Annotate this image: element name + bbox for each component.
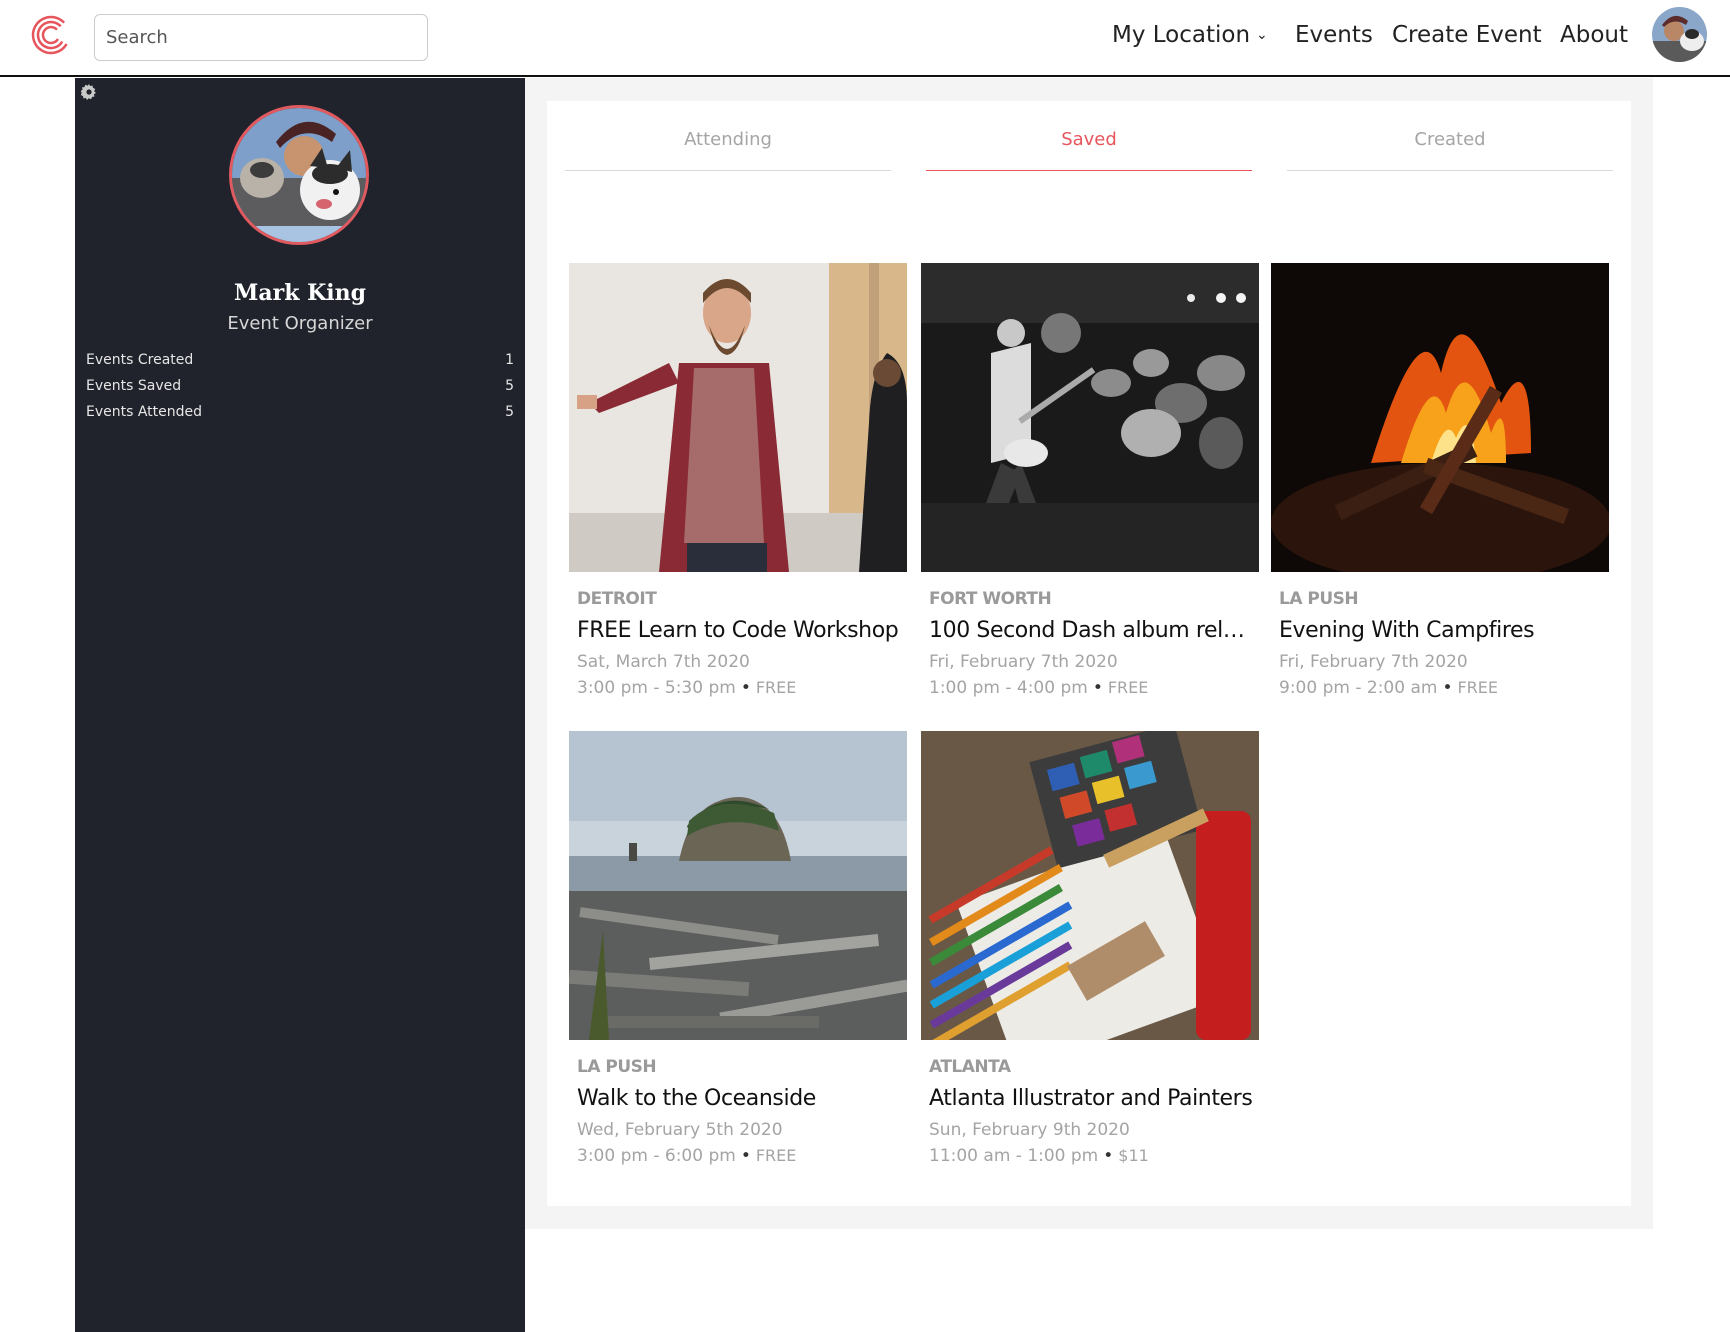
campfire-photo[interactable] <box>1271 263 1609 572</box>
tab-attending[interactable]: Attending <box>565 129 891 171</box>
event-time-price: 3:00 pm - 5:30 pm • FREE <box>577 678 796 698</box>
stat-count: 1 <box>505 352 514 368</box>
event-date: Sun, February 9th 2020 <box>929 1120 1130 1140</box>
separator-dot: • <box>740 1146 751 1166</box>
event-title[interactable]: Evening With Campfires <box>1279 618 1605 643</box>
event-card[interactable]: LA PUSH Evening With Campfires Fri, Febr… <box>1271 263 1609 698</box>
stat-row-events-created: Events Created 1 <box>86 352 514 372</box>
event-title[interactable]: Atlanta Illustrator and Painters <box>929 1086 1255 1111</box>
separator-dot: • <box>1442 678 1453 698</box>
art-supplies-photo[interactable] <box>921 731 1259 1040</box>
event-card[interactable]: ATLANTA Atlanta Illustrator and Painters… <box>921 731 1259 1166</box>
stat-row-events-attended: Events Attended 5 <box>86 404 514 424</box>
event-time: 11:00 am - 1:00 pm <box>929 1146 1099 1166</box>
concert-photo[interactable] <box>921 263 1259 572</box>
stat-label: Events Created <box>86 352 194 368</box>
beach-photo[interactable] <box>569 731 907 1040</box>
event-city: ATLANTA <box>929 1057 1011 1077</box>
chevron-down-icon: ⌄ <box>1256 27 1268 43</box>
stat-label: Events Attended <box>86 404 203 420</box>
stat-label: Events Saved <box>86 378 182 394</box>
event-city: LA PUSH <box>1279 589 1359 609</box>
event-title[interactable]: 100 Second Dash album release <box>929 618 1255 643</box>
event-city: FORT WORTH <box>929 589 1052 609</box>
separator-dot: • <box>1092 678 1103 698</box>
event-city: DETROIT <box>577 589 657 609</box>
event-price: FREE <box>755 1146 797 1165</box>
event-time-price: 1:00 pm - 4:00 pm • FREE <box>929 678 1148 698</box>
top-navbar: My Location ⌄ Events Create Event About <box>0 0 1730 77</box>
separator-dot: • <box>740 678 751 698</box>
nav-about-link[interactable]: About <box>1560 22 1628 48</box>
event-price: FREE <box>1457 678 1499 697</box>
brand-logo-icon[interactable] <box>30 14 72 56</box>
gear-icon[interactable] <box>81 84 97 100</box>
user-avatar[interactable] <box>1652 7 1707 62</box>
event-price: FREE <box>755 678 797 697</box>
profile-avatar <box>229 105 369 245</box>
event-city: LA PUSH <box>577 1057 657 1077</box>
event-time: 1:00 pm - 4:00 pm <box>929 678 1088 698</box>
event-title[interactable]: FREE Learn to Code Workshop <box>577 618 903 643</box>
event-date: Fri, February 7th 2020 <box>929 652 1118 672</box>
stat-count: 5 <box>505 404 514 420</box>
my-location-dropdown[interactable]: My Location ⌄ <box>1112 22 1268 48</box>
nav-create-event-link[interactable]: Create Event <box>1392 22 1542 48</box>
tab-saved[interactable]: Saved <box>926 129 1252 171</box>
stat-count: 5 <box>505 378 514 394</box>
profile-role: Event Organizer <box>227 313 373 334</box>
event-time-price: 3:00 pm - 6:00 pm • FREE <box>577 1146 796 1166</box>
event-date: Wed, February 5th 2020 <box>577 1120 783 1140</box>
event-date: Sat, March 7th 2020 <box>577 652 750 672</box>
event-time: 3:00 pm - 6:00 pm <box>577 1146 736 1166</box>
event-date: Fri, February 7th 2020 <box>1279 652 1468 672</box>
events-panel: Attending Saved Created DETROIT FREE Lea… <box>547 101 1631 1206</box>
separator-dot: • <box>1103 1146 1114 1166</box>
tab-created[interactable]: Created <box>1287 129 1613 171</box>
search-input[interactable] <box>94 14 428 61</box>
event-card[interactable]: LA PUSH Walk to the Oceanside Wed, Febru… <box>569 731 907 1166</box>
nav-events-link[interactable]: Events <box>1295 22 1373 48</box>
event-time-price: 9:00 pm - 2:00 am • FREE <box>1279 678 1498 698</box>
event-time-price: 11:00 am - 1:00 pm • $11 <box>929 1146 1149 1166</box>
event-card[interactable]: DETROIT FREE Learn to Code Workshop Sat,… <box>569 263 907 698</box>
profile-name: Mark King <box>234 280 366 306</box>
event-price: $11 <box>1118 1146 1149 1165</box>
workshop-photo[interactable] <box>569 263 907 572</box>
event-card[interactable]: FORT WORTH 100 Second Dash album release… <box>921 263 1259 698</box>
event-time: 9:00 pm - 2:00 am <box>1279 678 1438 698</box>
stat-row-events-saved: Events Saved 5 <box>86 378 514 398</box>
profile-sidebar: Mark King Event Organizer Events Created… <box>75 78 525 1332</box>
event-time: 3:00 pm - 5:30 pm <box>577 678 736 698</box>
my-location-label: My Location <box>1112 22 1251 48</box>
event-title[interactable]: Walk to the Oceanside <box>577 1086 903 1111</box>
event-price: FREE <box>1107 678 1149 697</box>
